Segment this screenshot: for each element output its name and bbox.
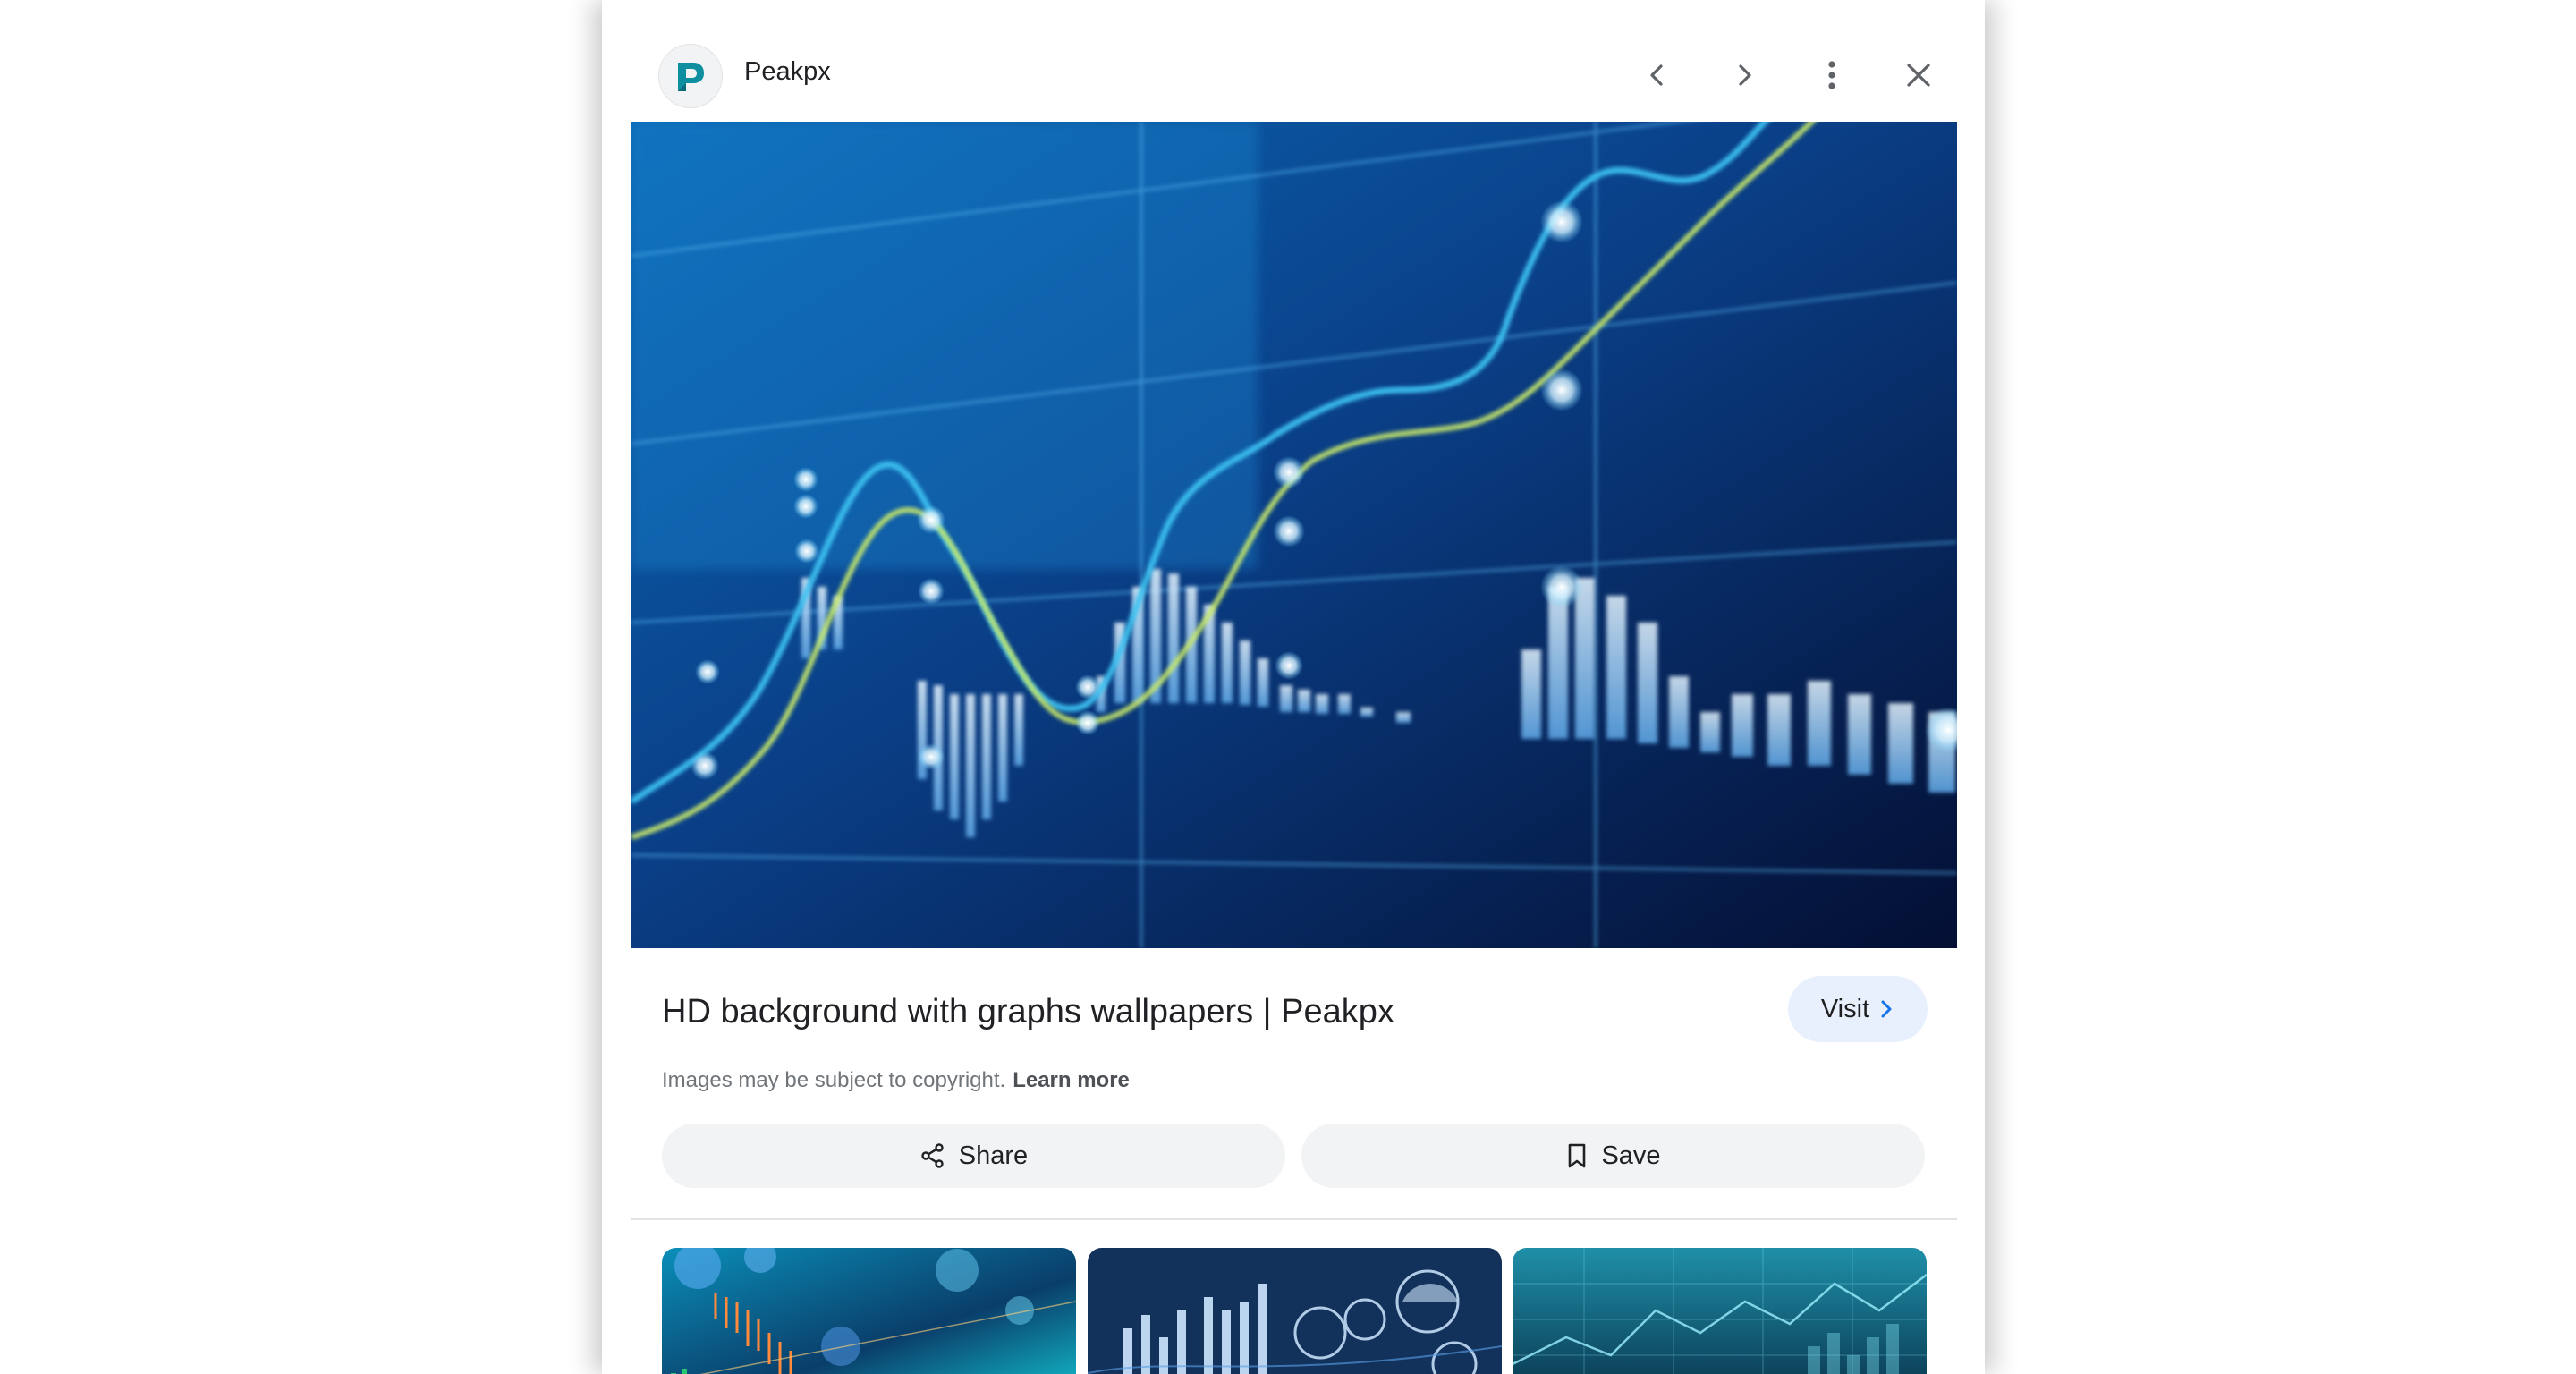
preview-image[interactable] (631, 122, 1957, 948)
related-image-3[interactable] (1513, 1248, 1927, 1374)
copyright-notice: Images may be subject to copyright. Learn… (662, 1068, 1130, 1093)
related-image-1[interactable] (662, 1248, 1076, 1374)
visit-label: Visit (1820, 994, 1870, 1023)
more-options-button[interactable] (1805, 48, 1859, 102)
preview-header: Peakpx (602, 0, 1985, 122)
previous-button[interactable] (1631, 48, 1684, 102)
next-button[interactable] (1717, 48, 1771, 102)
copyright-text: Images may be subject to copyright. (662, 1068, 1006, 1092)
share-icon (921, 1143, 944, 1168)
source-favicon[interactable] (658, 44, 723, 108)
next-icon (1739, 64, 1751, 86)
related-image-1-graphic (662, 1248, 1076, 1374)
image-title[interactable]: HD background with graphs wallpapers | P… (662, 993, 1394, 1031)
chevron-right-icon (1881, 1000, 1892, 1018)
visit-button[interactable]: Visit (1788, 976, 1928, 1042)
related-image-3-graphic (1513, 1248, 1927, 1374)
peakpx-logo-icon (678, 63, 704, 91)
save-label: Save (1601, 1141, 1661, 1170)
source-name[interactable]: Peakpx (744, 57, 831, 87)
share-button[interactable]: Share (662, 1124, 1285, 1188)
divider (631, 1218, 1957, 1220)
bookmark-icon (1569, 1143, 1586, 1168)
previous-icon (1650, 64, 1663, 86)
related-image-2[interactable] (1088, 1248, 1502, 1374)
related-image-2-graphic (1088, 1248, 1502, 1374)
close-button[interactable] (1892, 48, 1945, 102)
close-icon (1907, 64, 1930, 87)
save-button[interactable]: Save (1301, 1124, 1925, 1188)
share-label: Share (958, 1141, 1029, 1170)
more-options-icon (1828, 61, 1835, 89)
image-preview-panel: Peakpx HD background with graphs wallpap… (602, 0, 1985, 1374)
learn-more-link[interactable]: Learn more (1013, 1068, 1130, 1092)
